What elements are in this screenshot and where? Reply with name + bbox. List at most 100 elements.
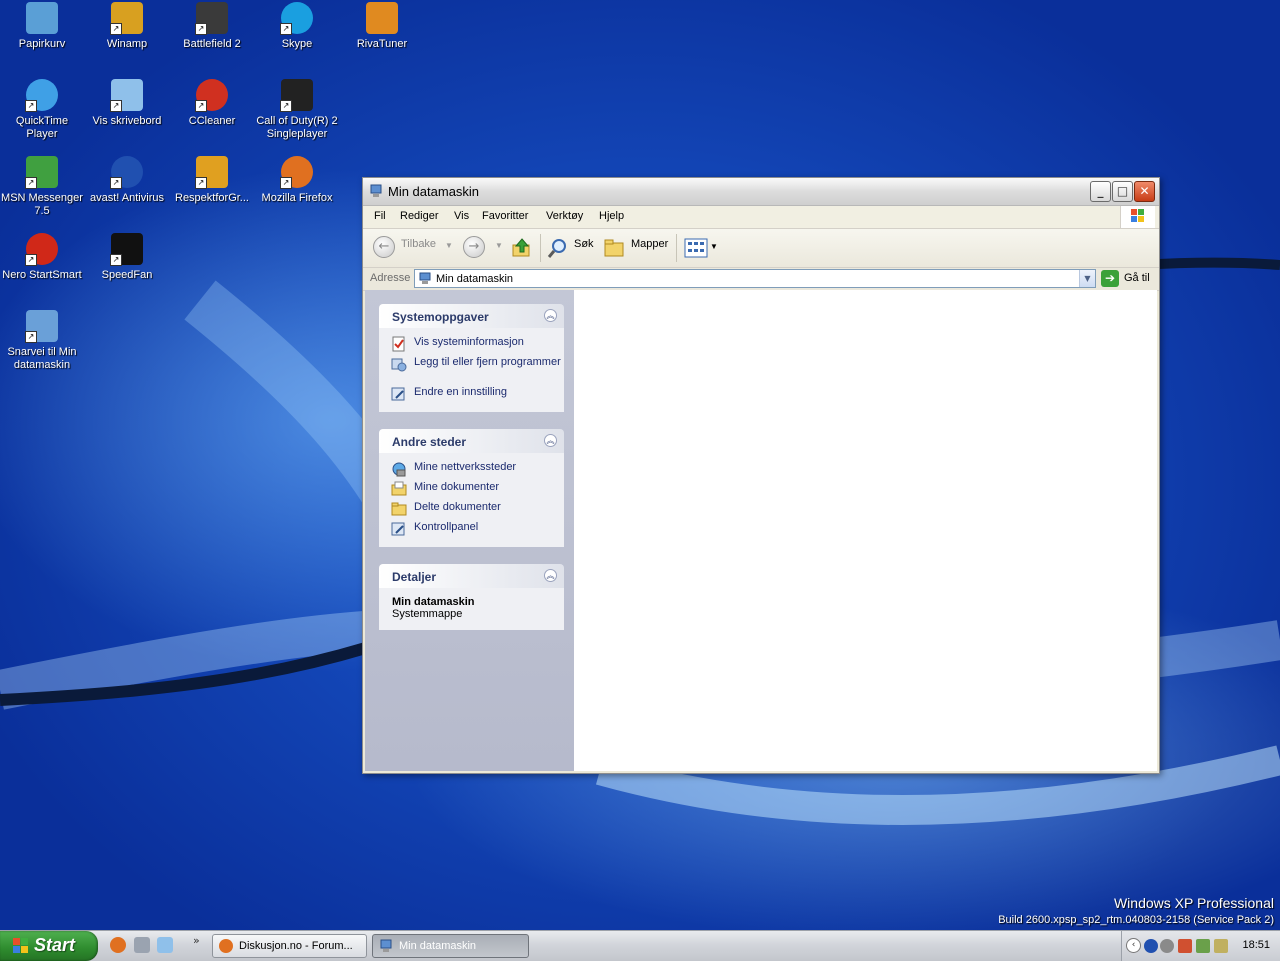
control-panel-icon <box>391 522 405 536</box>
recycle-bin-icon <box>26 2 58 34</box>
clock[interactable]: 18:51 <box>1242 939 1270 951</box>
forward-dropdown-icon[interactable]: ▼ <box>495 241 503 250</box>
desktop-icon-nero[interactable]: ↗ Nero StartSmart <box>0 233 84 282</box>
desktop-icon-winamp[interactable]: ↗ Winamp <box>85 2 169 51</box>
add-remove-programs-icon <box>391 358 407 372</box>
task-view-system-info[interactable]: Vis systeminformasjon <box>379 336 564 356</box>
tray-expand-icon[interactable]: ‹ <box>1126 938 1141 953</box>
address-bar: Adresse Min datamaskin ▼ ➔ Gå til <box>363 268 1159 291</box>
go-arrow-icon[interactable]: ➔ <box>1101 270 1119 287</box>
search-button[interactable]: Søk <box>574 238 594 250</box>
start-label: Start <box>34 935 76 955</box>
desktop-icon-firefox[interactable]: ↗ Mozilla Firefox <box>255 156 339 205</box>
details-title: Detaljer <box>392 570 437 584</box>
system-tray: ‹ 18:51 <box>1121 931 1280 961</box>
tray-speedfan-icon[interactable] <box>1160 939 1174 953</box>
title-bar[interactable]: Min datamaskin _ □ ✕ <box>363 178 1159 206</box>
desktop-icon-skype[interactable]: ↗ Skype <box>255 2 339 51</box>
taskbar-item-firefox[interactable]: Diskusjon.no - Forum... <box>212 934 367 958</box>
tray-rivatuner-icon[interactable] <box>1178 939 1192 953</box>
quicklaunch-drive-icon[interactable] <box>134 937 150 953</box>
battlefield-icon: ↗ <box>195 2 228 35</box>
avast-icon: ↗ <box>110 156 143 189</box>
tray-security-icon[interactable] <box>1214 939 1228 953</box>
task-change-setting[interactable]: Endre en innstilling <box>379 386 564 406</box>
go-button[interactable]: Gå til <box>1124 272 1150 284</box>
back-dropdown-icon[interactable]: ▼ <box>445 241 453 250</box>
content-area[interactable]: Systemoppgaver ︽ Vis systeminformasjon L… <box>365 290 1157 771</box>
desktop-icon-my-computer-shortcut[interactable]: ↗ Snarvei til Min datamaskin <box>0 310 84 372</box>
collapse-chevron-icon[interactable]: ︽ <box>544 569 557 582</box>
quicklaunch-more-icon[interactable]: » <box>193 934 200 947</box>
search-icon[interactable] <box>547 237 569 259</box>
task-pane: Systemoppgaver ︽ Vis systeminformasjon L… <box>365 290 574 771</box>
menu-favorites[interactable]: Favoritter <box>482 210 528 222</box>
show-desktop-icon: ↗ <box>110 79 143 112</box>
tray-avast-icon[interactable] <box>1144 939 1158 953</box>
taskbar-item-label: Min datamaskin <box>399 940 477 952</box>
my-computer-icon <box>370 184 382 197</box>
maximize-button[interactable]: □ <box>1112 181 1133 202</box>
tray-network-icon[interactable] <box>1196 939 1210 953</box>
menu-help[interactable]: Hjelp <box>599 210 624 222</box>
task-label: Legg til eller fjern programmer <box>414 356 561 368</box>
desktop-icon-avast[interactable]: ↗ avast! Antivirus <box>85 156 169 205</box>
desktop-icon-quicktime[interactable]: ↗ QuickTime Player <box>0 79 84 141</box>
other-places-header[interactable]: Andre steder ︽ <box>379 429 564 453</box>
place-label: Mine nettverkssteder <box>414 461 517 473</box>
place-network[interactable]: Mine nettverkssteder <box>379 461 564 481</box>
forward-arrow-icon[interactable]: → <box>463 236 485 258</box>
quicktime-icon: ↗ <box>25 79 58 112</box>
desktop-icon-label: MSN Messenger 7.5 <box>1 192 83 217</box>
desktop-icon-call-of-duty[interactable]: ↗ Call of Duty(R) 2 Singleplayer <box>255 79 339 141</box>
address-field[interactable]: Min datamaskin ▼ <box>414 269 1096 288</box>
desktop-icon-show-desktop[interactable]: ↗ Vis skrivebord <box>85 79 169 128</box>
window-title: Min datamaskin <box>388 184 480 199</box>
desktop-icon-speedfan[interactable]: ↗ SpeedFan <box>85 233 169 282</box>
folders-icon[interactable] <box>603 237 627 259</box>
up-folder-icon[interactable] <box>511 237 533 259</box>
desktop-icon-recycle-bin[interactable]: Papirkurv <box>0 2 84 51</box>
back-arrow-icon[interactable]: ← <box>373 236 395 258</box>
place-label: Mine dokumenter <box>414 481 499 493</box>
os-edition: Windows XP Professional <box>1113 895 1274 911</box>
place-label: Delte dokumenter <box>414 501 501 513</box>
taskbar-item-my-computer[interactable]: Min datamaskin <box>372 934 529 958</box>
back-button[interactable]: Tilbake <box>401 238 436 250</box>
menu-tools[interactable]: Verktøy <box>546 210 583 222</box>
network-places-icon <box>392 462 406 477</box>
minimize-button[interactable]: _ <box>1090 181 1111 202</box>
folders-button[interactable]: Mapper <box>631 238 668 250</box>
menu-file[interactable]: Fil <box>374 210 386 222</box>
os-build: Build 2600.xpsp_sp2_rtm.040803-2158 (Ser… <box>998 914 1274 926</box>
address-dropdown-icon[interactable]: ▼ <box>1079 270 1095 287</box>
skype-icon: ↗ <box>280 2 313 35</box>
quicklaunch-show-desktop-icon[interactable] <box>157 937 173 953</box>
place-my-documents[interactable]: Mine dokumenter <box>379 481 564 501</box>
collapse-chevron-icon[interactable]: ︽ <box>544 309 557 322</box>
quicklaunch-firefox-icon[interactable] <box>110 937 126 953</box>
place-control-panel[interactable]: Kontrollpanel <box>379 521 564 541</box>
place-shared-documents[interactable]: Delte dokumenter <box>379 501 564 521</box>
rivatuner-icon <box>366 2 398 34</box>
explorer-window[interactable]: Min datamaskin _ □ ✕ Fil Rediger Vis Fav… <box>362 177 1160 774</box>
collapse-chevron-icon[interactable]: ︽ <box>544 434 557 447</box>
system-tasks-header[interactable]: Systemoppgaver ︽ <box>379 304 564 328</box>
desktop-icon-ccleaner[interactable]: ↗ CCleaner <box>170 79 254 128</box>
menu-view[interactable]: Vis <box>454 210 469 222</box>
desktop-icon-label: SpeedFan <box>101 269 153 281</box>
other-places-title: Andre steder <box>392 435 467 449</box>
views-icon[interactable] <box>684 238 708 258</box>
desktop-icon-rivatuner[interactable]: RivaTuner <box>340 2 424 51</box>
desktop-icon-label: Vis skrivebord <box>92 115 162 127</box>
menu-edit[interactable]: Rediger <box>400 210 439 222</box>
start-button[interactable]: Start <box>0 931 98 961</box>
details-header[interactable]: Detaljer ︽ <box>379 564 564 588</box>
task-add-remove-programs[interactable]: Legg til eller fjern programmer <box>379 356 564 386</box>
desktop-icon-battlefield[interactable]: ↗ Battlefield 2 <box>170 2 254 51</box>
desktop-icon-respekt[interactable]: ↗ RespektforGr... <box>170 156 254 205</box>
close-button[interactable]: ✕ <box>1134 181 1155 202</box>
views-dropdown-icon[interactable]: ▼ <box>710 242 718 251</box>
desktop-icon-msn-messenger[interactable]: ↗ MSN Messenger 7.5 <box>0 156 84 218</box>
my-computer-icon <box>380 939 392 952</box>
